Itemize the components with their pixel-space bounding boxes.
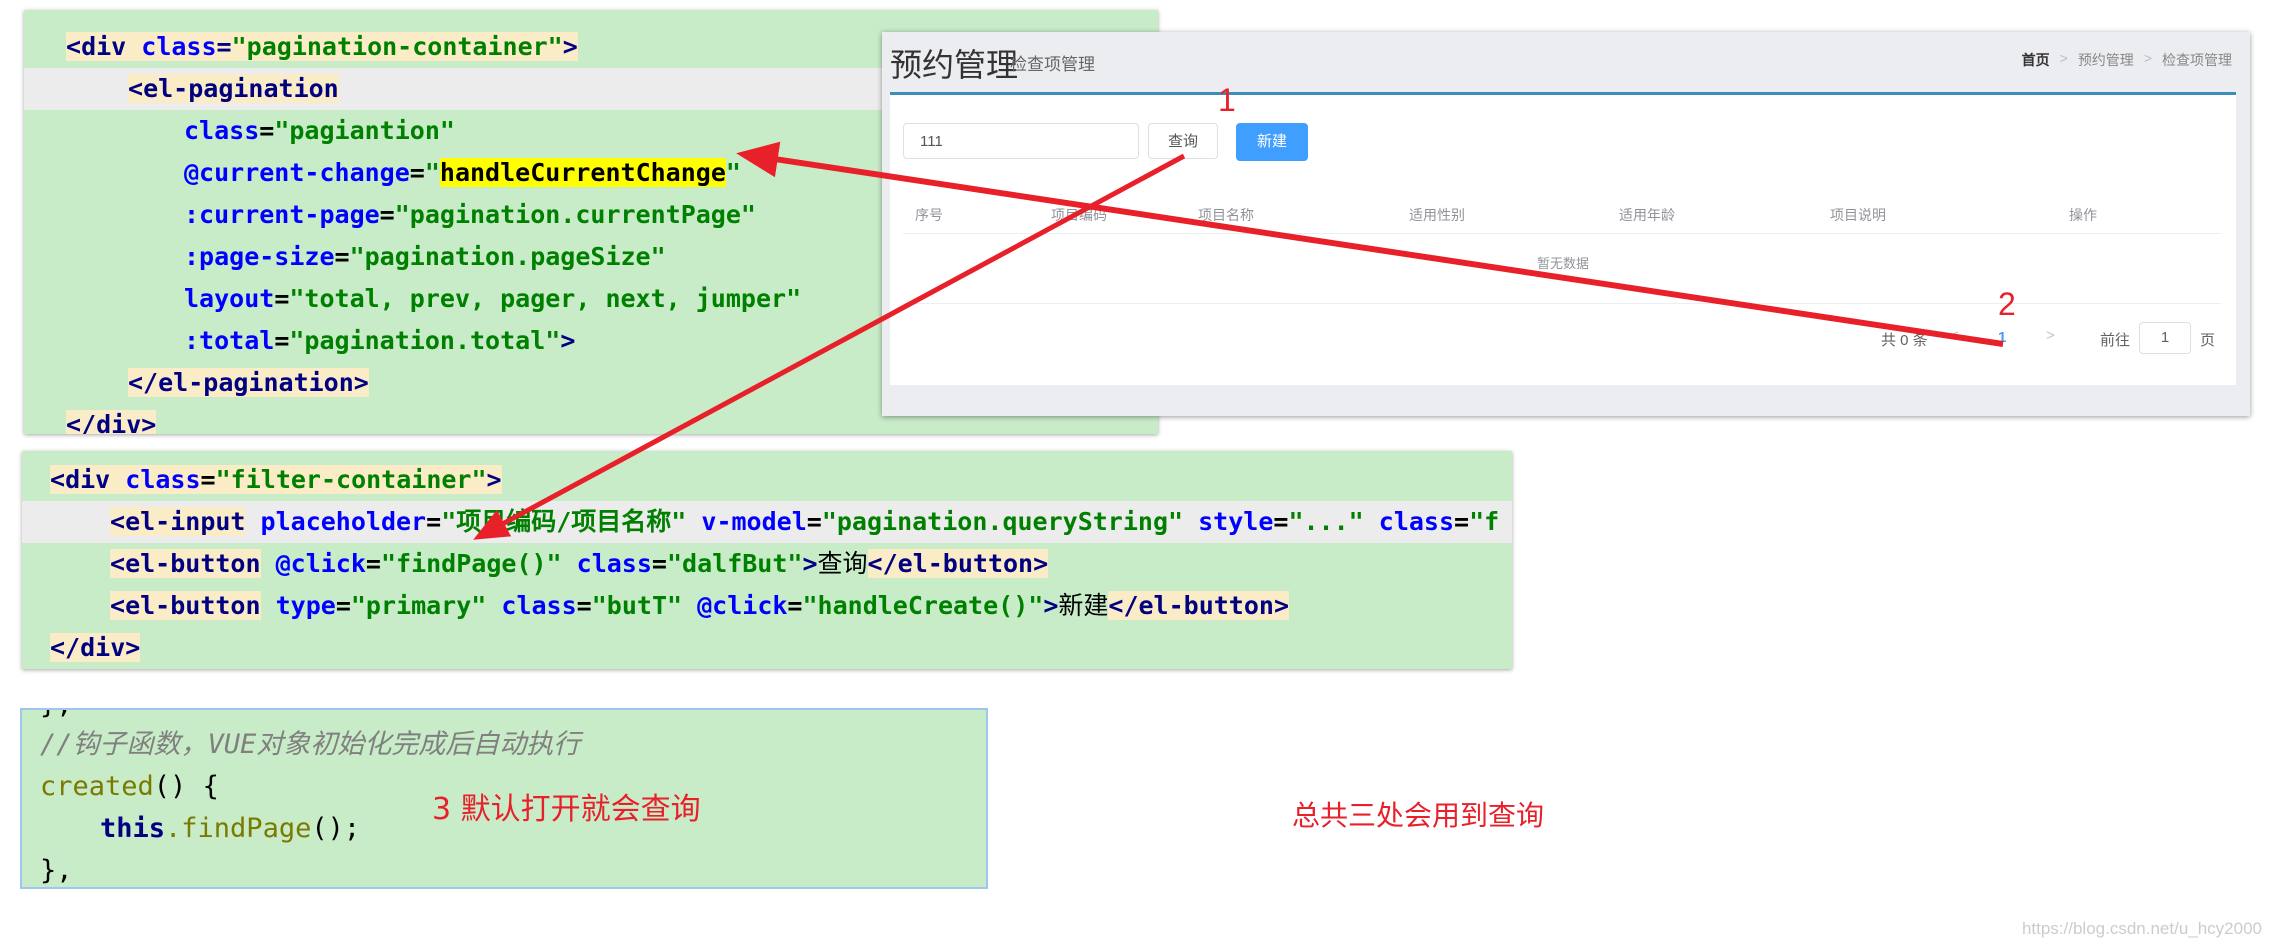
annotation-marker-2: 2: [1998, 286, 2016, 322]
annotation-arrows: [473, 141, 2004, 540]
watermark: https://blog.csdn.net/u_hcy2000: [2021, 919, 2262, 938]
annotation-marker-1: 1: [1218, 82, 1236, 118]
arrow-pager-to-handler: [736, 141, 2004, 347]
annotation-total-note: 总共三处会用到查询: [1292, 799, 1545, 832]
annotation-marker-3: 3 默认打开就会查询: [432, 792, 701, 827]
arrow-query-to-findpage: [473, 153, 1186, 540]
